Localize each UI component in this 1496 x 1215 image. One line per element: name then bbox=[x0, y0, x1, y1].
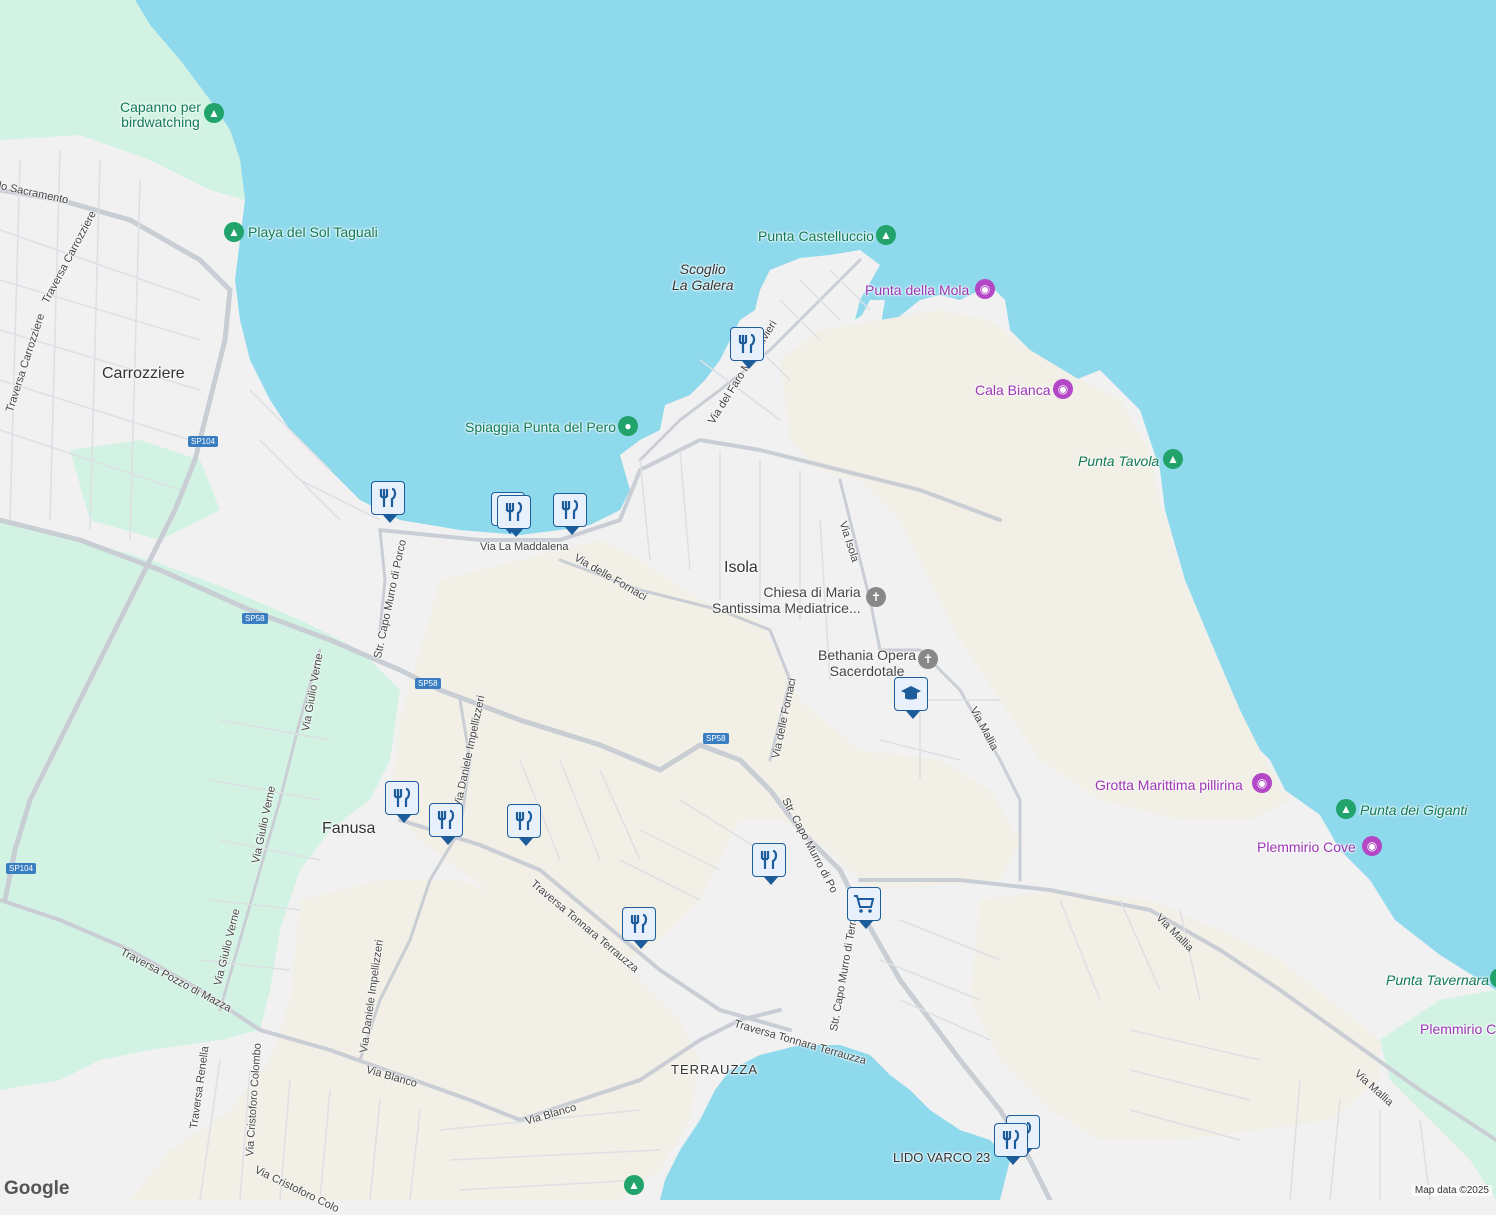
restaurant-pin[interactable] bbox=[622, 907, 656, 949]
restaurant-icon bbox=[515, 810, 533, 830]
tree-icon[interactable]: ▲ bbox=[204, 103, 224, 123]
poi-capanno[interactable]: Capanno per birdwatching bbox=[120, 100, 201, 130]
shield-sp58-a: SP58 bbox=[242, 613, 268, 624]
poi-tavola[interactable]: Punta Tavola bbox=[1078, 453, 1159, 469]
shield-sp58-c: SP58 bbox=[703, 733, 729, 744]
poi-bethania-line1: Bethania Opera bbox=[818, 647, 917, 663]
poi-giganti[interactable]: Punta dei Giganti bbox=[1360, 802, 1467, 818]
restaurant-pin[interactable] bbox=[497, 495, 531, 537]
tree-icon[interactable]: ▲ bbox=[1163, 449, 1183, 469]
shopping-cart-icon bbox=[854, 895, 875, 913]
poi-chiesa-line2: Santissima Mediatrice... bbox=[712, 600, 861, 616]
water-label-scoglio-line1: Scoglio bbox=[679, 261, 726, 277]
restaurant-pin[interactable] bbox=[507, 804, 541, 846]
restaurant-pin[interactable] bbox=[429, 803, 463, 845]
poi-playa[interactable]: Playa del Sol Taguali bbox=[248, 224, 378, 240]
shield-sp104-a: SP104 bbox=[188, 436, 219, 447]
poi-mola[interactable]: Punta della Mola bbox=[865, 282, 969, 298]
camera-icon[interactable]: ◉ bbox=[1252, 773, 1272, 793]
place-terrauzza: TERRAUZZA bbox=[671, 1062, 758, 1077]
poi-capanno-line2: birdwatching bbox=[121, 114, 200, 130]
poi-spiaggia[interactable]: Spiaggia Punta del Pero bbox=[465, 419, 616, 435]
shopping-pin[interactable] bbox=[847, 887, 881, 929]
restaurant-pin[interactable] bbox=[371, 481, 405, 523]
place-carrozziere: Carrozziere bbox=[102, 365, 185, 382]
tree-icon[interactable]: ▲ bbox=[624, 1175, 644, 1195]
restaurant-icon bbox=[738, 333, 756, 353]
poi-lido[interactable]: LIDO VARCO 23 bbox=[893, 1150, 990, 1165]
restaurant-icon bbox=[630, 913, 648, 933]
shield-sp104-b: SP104 bbox=[6, 863, 37, 874]
restaurant-icon bbox=[1002, 1129, 1020, 1149]
poi-castelluccio[interactable]: Punta Castelluccio bbox=[758, 228, 874, 244]
water-label-scoglio-line2: La Galera bbox=[672, 277, 734, 293]
restaurant-pin[interactable] bbox=[553, 493, 587, 535]
restaurant-icon bbox=[760, 849, 778, 869]
camera-icon[interactable]: ◉ bbox=[1362, 836, 1382, 856]
place-fanusa: Fanusa bbox=[322, 820, 376, 837]
poi-cala-bianca[interactable]: Cala Bianca bbox=[975, 382, 1051, 398]
tree-icon[interactable]: ▲ bbox=[224, 222, 244, 242]
google-logo: Google bbox=[4, 1178, 70, 1199]
poi-grotta[interactable]: Grotta Marittima pillirina bbox=[1095, 777, 1243, 793]
map-data-attribution[interactable]: Map data ©2025 bbox=[1411, 1185, 1492, 1196]
school-icon bbox=[901, 686, 921, 700]
cross-icon[interactable]: ✝ bbox=[918, 649, 938, 669]
restaurant-pin[interactable] bbox=[994, 1123, 1028, 1165]
poi-bethania[interactable]: Bethania Opera Sacerdotale bbox=[818, 647, 916, 679]
poi-plemmirio-cove[interactable]: Plemmirio Cove bbox=[1257, 839, 1356, 855]
poi-chiesa-line1: Chiesa di Maria bbox=[763, 584, 861, 600]
poi-tavernara[interactable]: Punta Tavernara bbox=[1386, 972, 1489, 988]
poi-plemmirio-c[interactable]: Plemmirio C bbox=[1420, 1021, 1496, 1037]
water-label-scoglio: Scoglio La Galera bbox=[672, 261, 733, 293]
restaurant-pin[interactable] bbox=[752, 843, 786, 885]
restaurant-pin[interactable] bbox=[385, 781, 419, 823]
poi-chiesa[interactable]: Chiesa di Maria Santissima Mediatrice... bbox=[712, 584, 861, 616]
restaurant-icon bbox=[561, 499, 579, 519]
restaurant-icon bbox=[393, 787, 411, 807]
tree-icon[interactable]: ▲ bbox=[876, 225, 896, 245]
camera-icon[interactable]: ◉ bbox=[1053, 379, 1073, 399]
cross-icon[interactable]: ✝ bbox=[866, 587, 886, 607]
school-pin[interactable] bbox=[894, 677, 928, 719]
shield-sp58-b: SP58 bbox=[415, 678, 441, 689]
camera-icon[interactable]: ◉ bbox=[975, 279, 995, 299]
restaurant-icon bbox=[505, 501, 523, 521]
tree-icon[interactable]: ▲ bbox=[1336, 799, 1356, 819]
restaurant-icon bbox=[437, 809, 455, 829]
tree-icon[interactable]: ▲ bbox=[1490, 968, 1496, 988]
place-isola: Isola bbox=[724, 559, 758, 576]
restaurant-pin[interactable] bbox=[730, 327, 764, 369]
road-via-maddalena: Via La Maddalena bbox=[480, 541, 569, 553]
circle-icon[interactable]: ● bbox=[618, 416, 638, 436]
poi-capanno-line1: Capanno per bbox=[120, 99, 201, 115]
restaurant-icon bbox=[379, 487, 397, 507]
